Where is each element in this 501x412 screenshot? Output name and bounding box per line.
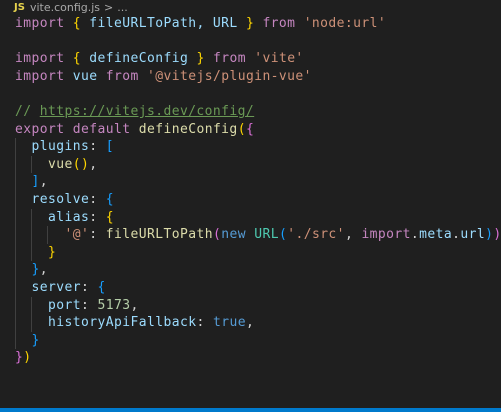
js-file-icon: JS (14, 1, 25, 13)
property-token: alias (48, 209, 90, 225)
code-line: // https://vitejs.dev/config/ (0, 103, 254, 121)
breadcrumb-file[interactable]: vite.config.js (30, 1, 100, 14)
string-token: 'vite' (254, 51, 304, 67)
keyword-token: from (212, 51, 246, 67)
status-bar (0, 408, 501, 412)
code-line: '@': fileURLToPath(new URL('./src', impo… (0, 226, 501, 244)
property-token: server (31, 279, 81, 295)
keyword-token: import (361, 227, 411, 243)
property-token: resolve (31, 191, 90, 207)
keyword-token: import (15, 16, 65, 31)
code-line: import { defineConfig } from 'vite' (15, 51, 304, 67)
identifier-token: url (460, 227, 486, 243)
property-token: port (48, 297, 81, 313)
code-line: export default defineConfig({ (15, 121, 255, 137)
code-line: server: { (0, 278, 105, 297)
keyword-token: true (212, 315, 246, 331)
code-line: } (0, 331, 49, 350)
property-token: historyApiFallback (48, 315, 197, 331)
code-line: alias: { (0, 208, 114, 227)
keyword-token: new (221, 227, 246, 243)
code-line: historyApiFallback: true, (0, 314, 254, 332)
code-line: vue(), (0, 155, 97, 174)
code-line: } (0, 243, 56, 262)
code-line: import vue from '@vitejs/plugin-vue' (0, 68, 312, 86)
code-line: ], (0, 173, 49, 191)
chevron-right-icon: > (104, 0, 114, 14)
code-line: resolve: { (0, 190, 114, 209)
string-token: './src' (287, 227, 345, 243)
keyword-token: from (105, 68, 139, 84)
string-token: 'node:url' (303, 16, 387, 31)
keyword-token: from (262, 16, 296, 31)
code-line: }) (15, 350, 32, 366)
function-token: vue (48, 156, 73, 172)
keyword-token: default (72, 121, 131, 137)
identifier-token: defineConfig (89, 51, 189, 67)
string-token: '@' (64, 227, 90, 243)
string-token: '@vitejs/plugin-vue' (146, 68, 312, 84)
code-line: }, (0, 261, 49, 279)
number-token: 5173 (97, 297, 131, 313)
keyword-token: export (15, 121, 65, 137)
function-token: fileURLToPath (105, 227, 213, 243)
code-line: plugins: [ (0, 138, 114, 156)
identifier-token: vue (72, 68, 98, 84)
identifier-token: fileURLToPath, URL (89, 16, 238, 31)
keyword-token: import (15, 51, 65, 67)
breadcrumb: JS vite.config.js > ... (0, 0, 128, 14)
keyword-token: import (15, 68, 65, 84)
code-area[interactable]: import { fileURLToPath, URL } from 'node… (0, 15, 501, 367)
comment-token: // (15, 103, 40, 119)
code-line: port: 5173, (0, 296, 138, 315)
code-editor[interactable]: JS vite.config.js > ... import { fileURL… (0, 0, 501, 412)
identifier-token: meta (419, 227, 453, 243)
function-token: defineConfig (138, 121, 238, 137)
property-token: plugins (31, 139, 90, 155)
breadcrumb-symbols[interactable]: ... (117, 1, 128, 14)
code-line: import { fileURLToPath, URL } from 'node… (15, 16, 387, 31)
class-token: URL (254, 227, 279, 243)
comment-link[interactable]: https://vitejs.dev/config/ (40, 104, 254, 119)
